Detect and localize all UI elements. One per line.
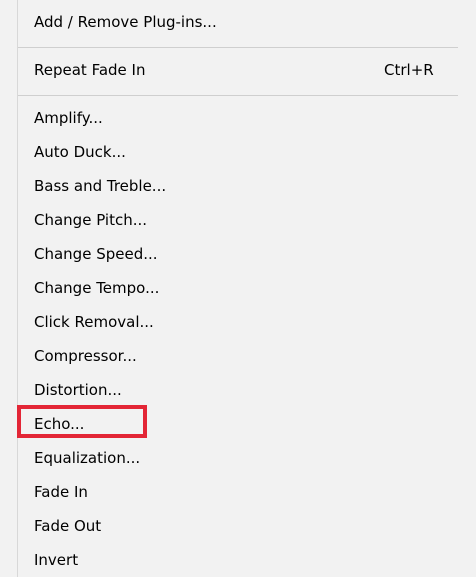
menu-item-label: Distortion... <box>34 381 122 399</box>
menu-gutter-divider <box>17 0 18 577</box>
effect-menu: Add / Remove Plug-ins... Repeat Fade In … <box>0 0 476 577</box>
echo-highlight-box <box>17 405 147 438</box>
menu-item-label: Change Pitch... <box>34 211 148 229</box>
menu-separator <box>18 95 458 96</box>
menu-separator <box>18 47 458 48</box>
menu-item-shortcut: Ctrl+R <box>384 61 434 79</box>
menu-item-label: Compressor... <box>34 347 137 365</box>
menu-item-label: Change Speed... <box>34 245 158 263</box>
menu-item-label: Amplify... <box>34 109 103 127</box>
menu-item-label: Fade Out <box>34 517 102 535</box>
menu-item-label: Bass and Treble... <box>34 177 167 195</box>
menu-item-label: Equalization... <box>34 449 141 467</box>
menu-item-label: Change Tempo... <box>34 279 160 297</box>
menu-item-label: Click Removal... <box>34 313 154 331</box>
menu-item-label: Auto Duck... <box>34 143 126 161</box>
menu-item-label: Invert <box>34 551 79 569</box>
menu-item-label: Add / Remove Plug-ins... <box>34 13 217 31</box>
menu-item-label: Fade In <box>34 483 88 501</box>
menu-item-label: Repeat Fade In <box>34 61 146 79</box>
